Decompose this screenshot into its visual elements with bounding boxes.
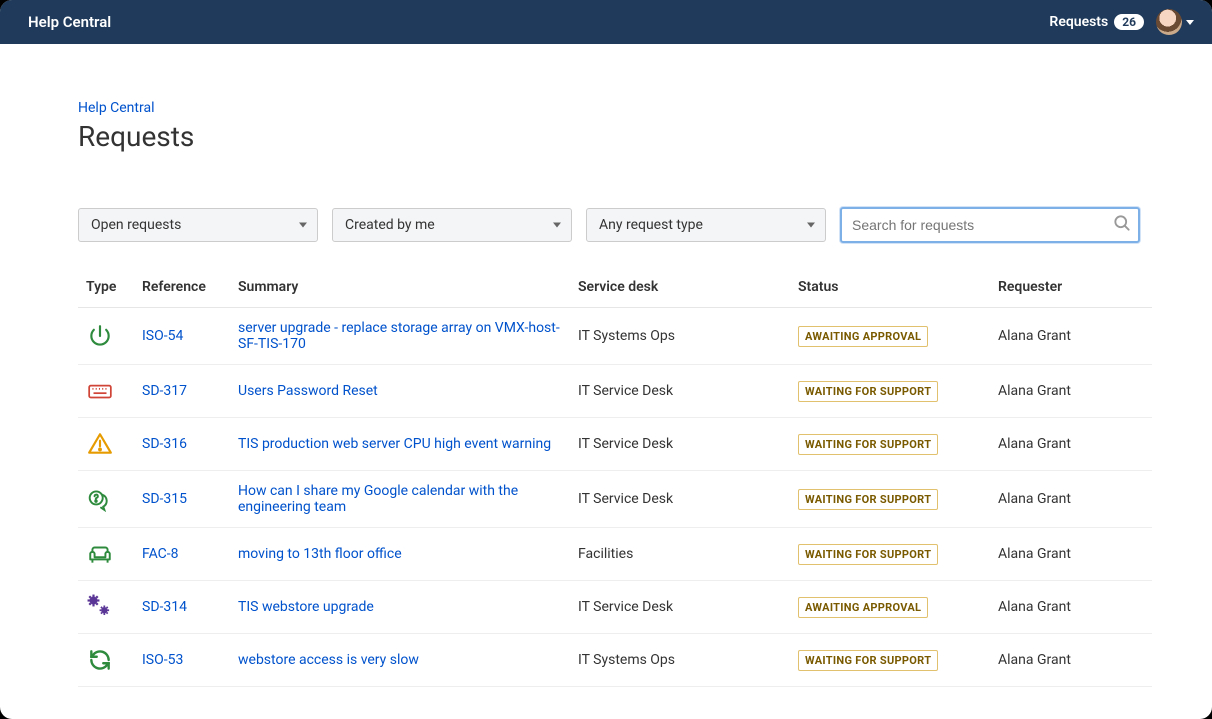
service-desk-cell: IT Systems Ops — [570, 634, 790, 687]
col-header-status[interactable]: Status — [790, 269, 990, 308]
table-row: SD-316 TIS production web server CPU high… — [78, 418, 1152, 471]
filter-creator-select[interactable]: Created by me — [332, 208, 572, 242]
topbar: Help Central Requests 26 — [0, 0, 1212, 44]
content: Help Central Requests Open requests Crea… — [0, 100, 1212, 687]
question-bubble-icon — [86, 485, 114, 513]
page-title: Requests — [78, 120, 1152, 153]
topbar-requests-badge: 26 — [1114, 14, 1144, 30]
status-badge: WAITING FOR SUPPORT — [798, 650, 938, 671]
chevron-down-icon — [553, 223, 561, 228]
col-header-type[interactable]: Type — [78, 269, 134, 308]
status-badge: WAITING FOR SUPPORT — [798, 544, 938, 565]
requester-cell: Alana Grant — [990, 308, 1152, 365]
col-header-service-desk[interactable]: Service desk — [570, 269, 790, 308]
status-badge: WAITING FOR SUPPORT — [798, 489, 938, 510]
topbar-requests-label: Requests — [1049, 14, 1108, 30]
search-icon[interactable] — [1112, 213, 1132, 237]
chevron-down-icon — [807, 223, 815, 228]
summary-link[interactable]: moving to 13th floor office — [238, 546, 402, 562]
reference-link[interactable]: SD-315 — [142, 491, 187, 507]
breadcrumb: Help Central — [78, 100, 1152, 116]
gears-icon — [86, 593, 114, 621]
filter-status-select[interactable]: Open requests — [78, 208, 318, 242]
requester-cell: Alana Grant — [990, 471, 1152, 528]
table-row: FAC-8 moving to 13th floor office Faciliti… — [78, 528, 1152, 581]
power-icon — [86, 322, 114, 350]
status-badge: WAITING FOR SUPPORT — [798, 434, 938, 455]
requester-cell: Alana Grant — [990, 365, 1152, 418]
breadcrumb-parent-link[interactable]: Help Central — [78, 100, 155, 116]
status-badge: WAITING FOR SUPPORT — [798, 381, 938, 402]
keyboard-icon — [86, 377, 114, 405]
reference-link[interactable]: FAC-8 — [142, 546, 178, 562]
service-desk-cell: IT Systems Ops — [570, 308, 790, 365]
table-row: SD-314 TIS webstore upgrade IT Service Des… — [78, 581, 1152, 634]
filters-row: Open requests Created by me Any request … — [78, 207, 1152, 243]
requests-table: Type Reference Summary Service desk Stat… — [78, 269, 1152, 687]
summary-link[interactable]: TIS webstore upgrade — [238, 599, 374, 615]
reference-link[interactable]: ISO-54 — [142, 328, 183, 344]
couch-icon — [86, 540, 114, 568]
search-input[interactable] — [840, 207, 1140, 243]
service-desk-cell: IT Service Desk — [570, 581, 790, 634]
search-wrap — [840, 207, 1140, 243]
status-badge: AWAITING APPROVAL — [798, 597, 928, 618]
refresh-icon — [86, 646, 114, 674]
table-row: ISO-54 server upgrade - replace storage a… — [78, 308, 1152, 365]
requester-cell: Alana Grant — [990, 581, 1152, 634]
service-desk-cell: IT Service Desk — [570, 365, 790, 418]
service-desk-cell: IT Service Desk — [570, 471, 790, 528]
table-row: SD-317 Users Password Reset IT Service Des… — [78, 365, 1152, 418]
avatar — [1156, 9, 1182, 35]
warning-icon — [86, 430, 114, 458]
requester-cell: Alana Grant — [990, 528, 1152, 581]
app-title[interactable]: Help Central — [28, 13, 111, 31]
chevron-down-icon — [299, 223, 307, 228]
reference-link[interactable]: SD-317 — [142, 383, 187, 399]
topbar-requests-link[interactable]: Requests 26 — [1049, 14, 1144, 30]
service-desk-cell: IT Service Desk — [570, 418, 790, 471]
col-header-reference[interactable]: Reference — [134, 269, 230, 308]
table-header-row: Type Reference Summary Service desk Stat… — [78, 269, 1152, 308]
summary-link[interactable]: How can I share my Google calendar with … — [238, 483, 518, 515]
filter-status-value: Open requests — [91, 217, 181, 233]
user-menu[interactable] — [1156, 9, 1194, 35]
col-header-summary[interactable]: Summary — [230, 269, 570, 308]
filter-creator-value: Created by me — [345, 217, 435, 233]
requester-cell: Alana Grant — [990, 634, 1152, 687]
reference-link[interactable]: ISO-53 — [142, 652, 183, 668]
status-badge: AWAITING APPROVAL — [798, 326, 928, 347]
col-header-requester[interactable]: Requester — [990, 269, 1152, 308]
filter-type-value: Any request type — [599, 217, 703, 233]
reference-link[interactable]: SD-316 — [142, 436, 187, 452]
summary-link[interactable]: TIS production web server CPU high event… — [238, 436, 551, 452]
reference-link[interactable]: SD-314 — [142, 599, 187, 615]
requester-cell: Alana Grant — [990, 418, 1152, 471]
filter-type-select[interactable]: Any request type — [586, 208, 826, 242]
service-desk-cell: Facilities — [570, 528, 790, 581]
summary-link[interactable]: server upgrade - replace storage array o… — [238, 320, 560, 352]
chevron-down-icon — [1186, 20, 1194, 25]
summary-link[interactable]: webstore access is very slow — [238, 652, 419, 668]
table-row: SD-315 How can I share my Google calendar… — [78, 471, 1152, 528]
app-window: Help Central Requests 26 Help Central Re… — [0, 0, 1212, 719]
table-row: ISO-53 webstore access is very slow IT Sys… — [78, 634, 1152, 687]
summary-link[interactable]: Users Password Reset — [238, 383, 378, 399]
